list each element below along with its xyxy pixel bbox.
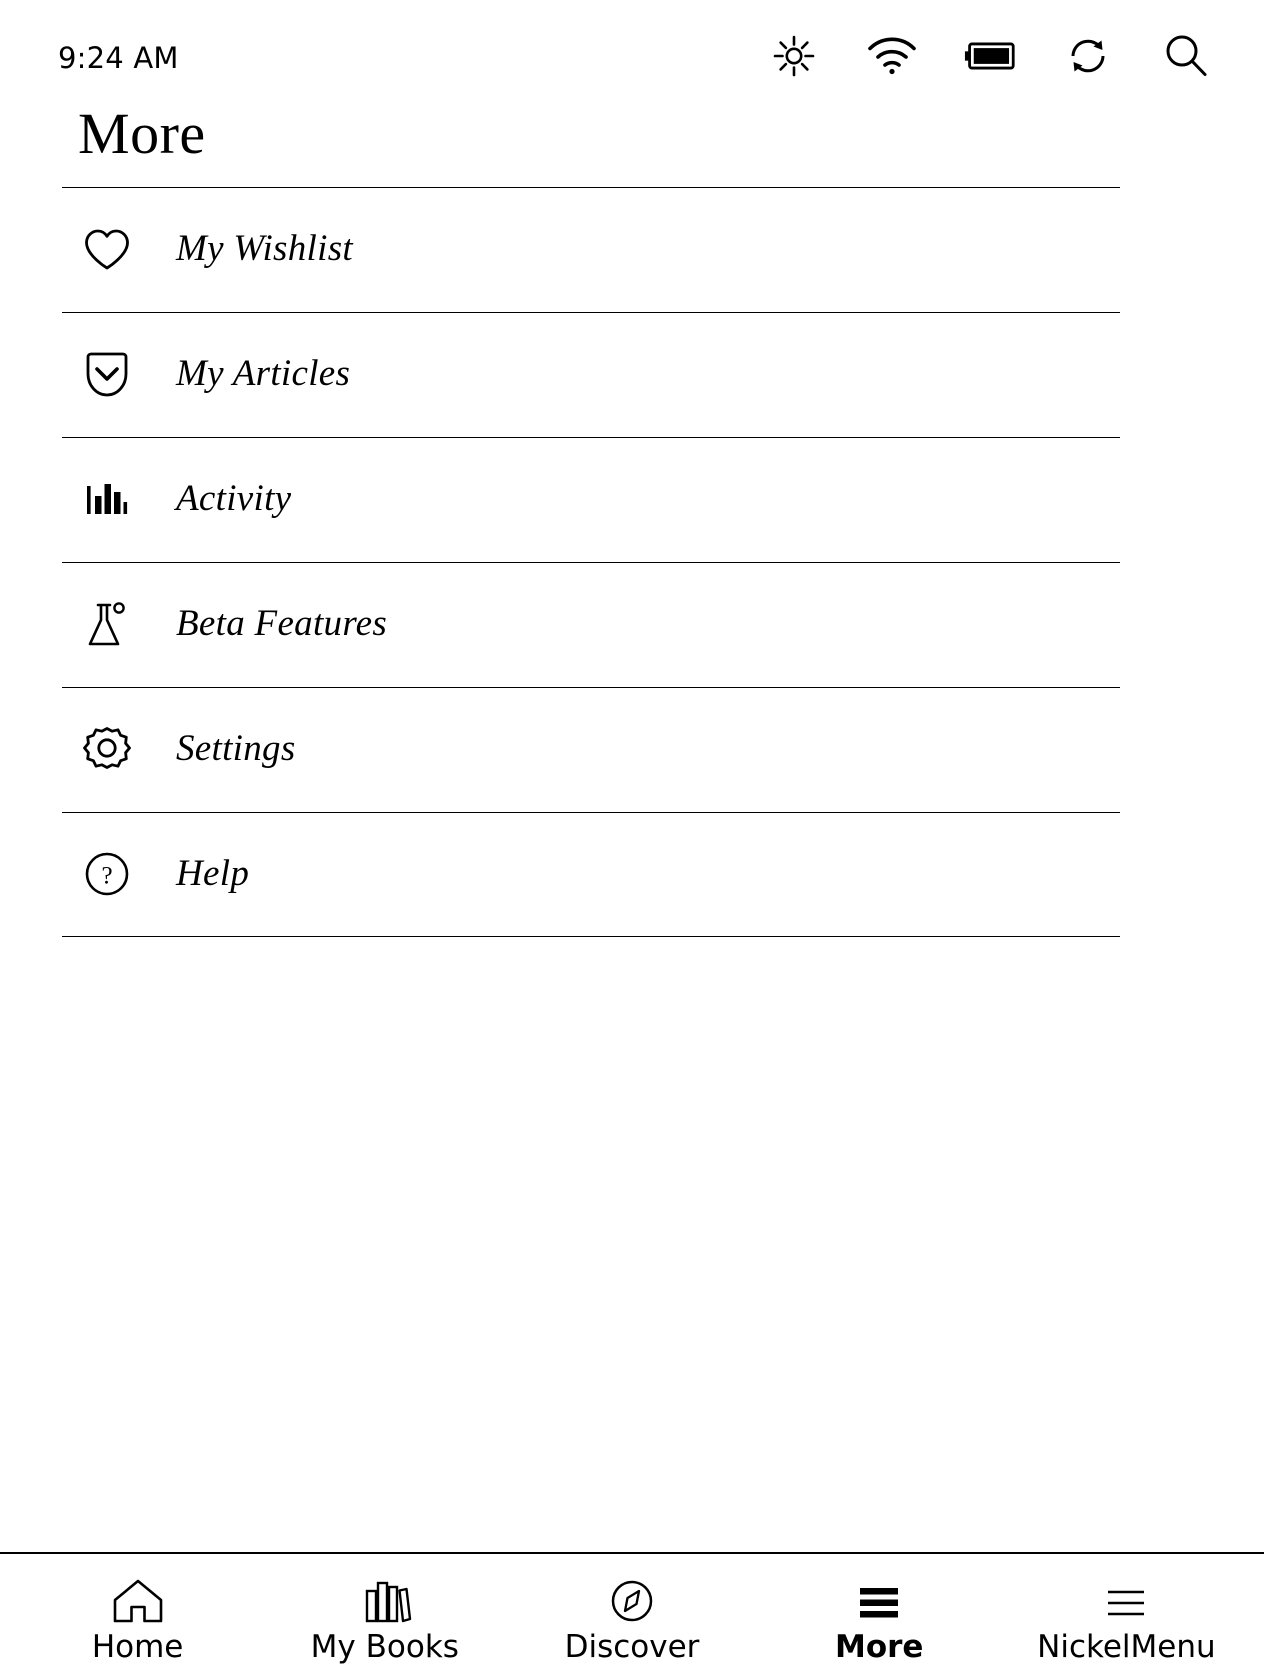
bottom-navigation-bar: Home My Books Discover More NickelMenu <box>0 1552 1264 1680</box>
more-menu-list: My Wishlist My Articles Activity Beta Fe… <box>0 186 1264 937</box>
bar-chart-icon <box>78 471 136 529</box>
heart-icon <box>78 221 136 279</box>
menu-item-my-articles[interactable]: My Articles <box>62 311 1120 437</box>
pocket-icon <box>78 346 136 404</box>
menu-item-label: Activity <box>176 478 292 520</box>
home-icon <box>111 1578 165 1624</box>
menu-item-label: My Wishlist <box>176 228 353 270</box>
menu-item-beta-features[interactable]: Beta Features <box>62 561 1120 687</box>
nav-item-label: NickelMenu <box>1037 1628 1216 1665</box>
nav-item-nickelmenu[interactable]: NickelMenu <box>1003 1554 1250 1680</box>
compass-icon <box>608 1578 656 1624</box>
menu-item-activity[interactable]: Activity <box>62 436 1120 562</box>
menu-item-my-wishlist[interactable]: My Wishlist <box>62 186 1120 312</box>
gear-icon <box>78 721 136 779</box>
page-header: More <box>0 101 1264 166</box>
nav-item-label: Discover <box>564 1628 700 1665</box>
menu-item-label: Settings <box>176 728 296 770</box>
wifi-icon[interactable] <box>866 30 918 82</box>
brightness-icon[interactable] <box>768 30 820 82</box>
status-time: 9:24 AM <box>58 40 179 75</box>
svg-text:?: ? <box>101 863 112 890</box>
e-reader-screen: 9:24 AM More My Wishlist My Articles Act… <box>0 0 1264 1680</box>
menu-item-help[interactable]: ? Help <box>62 811 1120 937</box>
nav-item-more[interactable]: More <box>756 1554 1003 1680</box>
menu-lines-icon <box>1100 1578 1152 1624</box>
nav-item-discover[interactable]: Discover <box>508 1554 755 1680</box>
hamburger-icon <box>853 1578 905 1624</box>
sync-icon[interactable] <box>1062 30 1114 82</box>
status-bar: 9:24 AM <box>0 0 1264 112</box>
status-icon-group <box>768 30 1220 82</box>
menu-item-label: My Articles <box>176 353 351 395</box>
nav-item-my-books[interactable]: My Books <box>261 1554 508 1680</box>
menu-item-settings[interactable]: Settings <box>62 686 1120 812</box>
question-circle-icon: ? <box>78 845 136 903</box>
flask-icon <box>78 596 136 654</box>
page-title: More <box>78 101 206 166</box>
battery-icon[interactable] <box>964 30 1016 82</box>
search-icon[interactable] <box>1160 30 1212 82</box>
books-icon <box>358 1578 412 1624</box>
nav-item-label: More <box>834 1628 924 1665</box>
menu-item-label: Help <box>176 852 250 894</box>
menu-item-label: Beta Features <box>176 603 388 645</box>
nav-item-home[interactable]: Home <box>14 1554 261 1680</box>
nav-item-label: Home <box>91 1628 184 1665</box>
nav-item-label: My Books <box>310 1628 459 1665</box>
